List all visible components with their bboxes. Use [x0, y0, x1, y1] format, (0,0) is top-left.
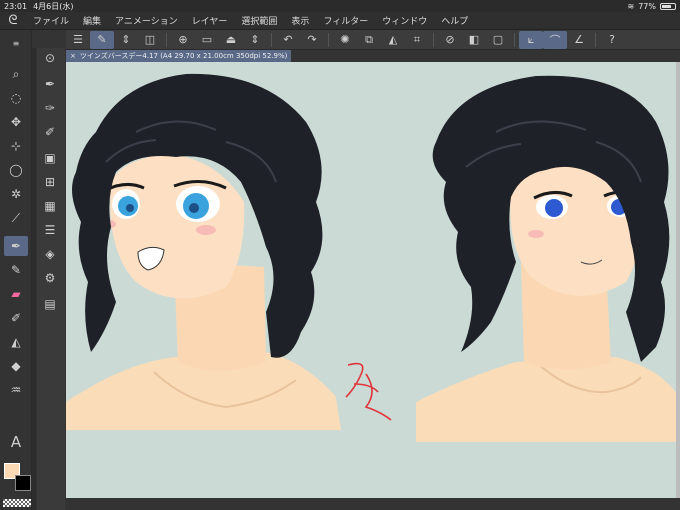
document-tab-label: ツインズバースデー4.17 (A4 29.70 x 21.00cm 350dpi… [79, 52, 288, 60]
invert-selection-icon[interactable]: ◧ [462, 31, 486, 49]
canvas-scrollbar[interactable] [676, 62, 680, 498]
status-bar: 23:01 4月6日(水) ≋ 77% [0, 0, 680, 12]
smooth-brush-icon[interactable]: ⌒ [543, 30, 567, 49]
fill-icon[interactable]: ◭ [4, 332, 28, 352]
lasso-icon[interactable]: ◯ [4, 160, 28, 180]
left-character-illustration [66, 73, 341, 430]
fill-bucket-icon[interactable]: ◭ [381, 31, 405, 49]
battery-percent: 77% [638, 1, 656, 11]
stack-icon[interactable]: ◈ [38, 244, 62, 264]
settings-icon[interactable]: ⚙ [38, 268, 62, 288]
menu-filter[interactable]: フィルター [316, 14, 375, 27]
menu-file[interactable]: ファイル [26, 14, 76, 27]
chevron-updown-2-icon[interactable]: ⇕ [243, 31, 267, 49]
layer-icon[interactable]: ▣ [38, 148, 62, 168]
open-folder-icon[interactable]: ▭ [195, 31, 219, 49]
pen-sub2-icon[interactable]: ✑ [38, 98, 62, 118]
menu-view[interactable]: 表示 [284, 14, 316, 27]
sub-color-swatch[interactable] [15, 475, 31, 491]
close-icon[interactable]: × [70, 52, 76, 60]
ruler-icon[interactable]: ⟀ [519, 30, 543, 49]
status-date: 4月6日(水) [33, 1, 74, 11]
select-all-icon[interactable]: ▢ [486, 31, 510, 49]
pen-sub3-icon[interactable]: ✐ [38, 122, 62, 142]
pencil-icon[interactable]: ✎ [4, 260, 28, 280]
eraser-icon[interactable]: ◆ [4, 356, 28, 376]
deselect-icon[interactable]: ⊘ [438, 31, 462, 49]
status-time: 23:01 [4, 1, 28, 11]
search-icon[interactable]: ⌕ [4, 64, 28, 84]
menu-icon[interactable]: ☰ [66, 31, 90, 49]
rotate-icon[interactable]: ◌ [4, 88, 28, 108]
airbrush-icon[interactable]: ✐ [4, 308, 28, 328]
bottom-bar: ︽ [66, 498, 680, 510]
cursor-icon[interactable]: ⊙ [38, 48, 62, 68]
menu-edit[interactable]: 編集 [76, 14, 108, 27]
document-tab[interactable]: × ツインズバースデー4.17 (A4 29.70 x 21.00cm 350d… [66, 50, 292, 62]
angle-icon[interactable]: ∠ [567, 31, 591, 49]
menu-window[interactable]: ウィンドウ [375, 14, 434, 27]
frame-icon[interactable]: ▤ [38, 294, 62, 314]
pen-icon[interactable]: ✒ [4, 236, 28, 256]
transparent-color-swatch[interactable] [3, 499, 31, 507]
drawing-canvas[interactable] [66, 62, 676, 498]
eyedropper-icon[interactable]: ⟋ [4, 208, 28, 228]
right-character-illustration [416, 75, 676, 442]
panel-menu-icon[interactable]: ≡ [4, 33, 28, 53]
transform-icon[interactable]: ⊹ [4, 136, 28, 156]
command-bar: ☰ ✎ ⇕ ◫ ⊕ ▭ ⏏ ⇕ ↶ ↷ ✺ ⧉ ◭ ⌗ ⊘ ◧ ▢ ⟀ ⌒ ∠ … [66, 30, 680, 50]
menu-animation[interactable]: アニメーション [108, 14, 185, 27]
edit-mode-icon[interactable]: ✎ [90, 30, 114, 49]
copy-icon[interactable]: ⧉ [357, 31, 381, 49]
menu-selection[interactable]: 選択範囲 [234, 14, 284, 27]
text-icon[interactable]: A [4, 432, 28, 452]
undo-icon[interactable]: ↶ [276, 31, 300, 49]
artwork [66, 73, 676, 442]
pen-sub1-icon[interactable]: ✒ [38, 74, 62, 94]
new-file-icon[interactable]: ⊕ [171, 31, 195, 49]
film-icon[interactable]: ▦ [38, 196, 62, 216]
crop-icon[interactable]: ⌗ [405, 31, 429, 49]
expand-icon[interactable]: ︽ [70, 506, 78, 510]
panel-divider[interactable] [32, 48, 36, 510]
grid-icon[interactable]: ⊞ [38, 172, 62, 192]
document-tabbar: × ツインズバースデー4.17 (A4 29.70 x 21.00cm 350d… [66, 50, 680, 62]
save-icon[interactable]: ⏏ [219, 31, 243, 49]
red-signature [345, 362, 392, 421]
menu-help[interactable]: ヘルプ [434, 14, 475, 27]
canvas-area[interactable] [66, 62, 680, 498]
move-icon[interactable]: ✥ [4, 112, 28, 132]
battery-icon [660, 2, 676, 10]
magic-wand-icon[interactable]: ✲ [4, 184, 28, 204]
wifi-icon: ≋ [627, 1, 635, 11]
menu-bar: ᘓ ファイル 編集 アニメーション レイヤー 選択範囲 表示 フィルター ウィン… [0, 12, 680, 30]
help-icon[interactable]: ? [600, 31, 624, 49]
preview-icon[interactable]: ◫ [138, 31, 162, 49]
app-logo-icon[interactable]: ᘓ [0, 12, 26, 30]
list-icon[interactable]: ☰ [38, 220, 62, 240]
redo-icon[interactable]: ↷ [300, 31, 324, 49]
brush-icon[interactable]: ▰ [4, 284, 28, 304]
blend-icon[interactable]: ♒ [4, 380, 28, 400]
menu-layer[interactable]: レイヤー [185, 14, 235, 27]
chevron-updown-icon[interactable]: ⇕ [114, 31, 138, 49]
loading-icon[interactable]: ✺ [333, 31, 357, 49]
